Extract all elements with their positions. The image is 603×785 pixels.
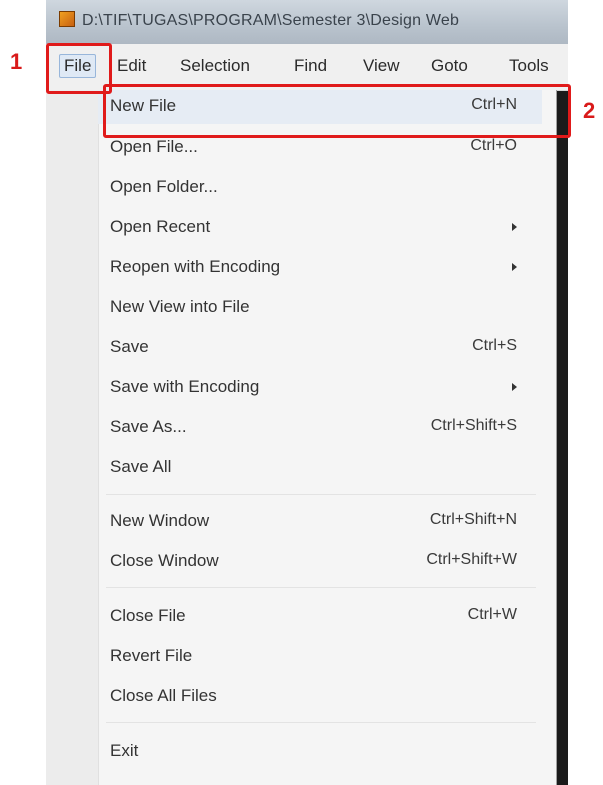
menu-item-open-folder[interactable]: Open Folder... <box>98 171 542 205</box>
menu-item-save[interactable]: Save Ctrl+S <box>98 331 542 365</box>
title-bar: D:\TIF\TUGAS\PROGRAM\Semester 3\Design W… <box>46 0 568 44</box>
menu-item-label: Reopen with Encoding <box>110 257 281 276</box>
menu-item-label: Exit <box>110 741 139 760</box>
submenu-arrow-icon <box>512 383 517 391</box>
menu-item-shortcut: Ctrl+Shift+N <box>429 511 517 528</box>
menu-item-label: Save <box>110 337 149 356</box>
menu-item-shortcut: Ctrl+Shift+W <box>426 551 517 568</box>
menu-item-exit[interactable]: Exit <box>98 735 542 769</box>
menu-item-save-as[interactable]: Save As... Ctrl+Shift+S <box>98 411 542 445</box>
menu-goto[interactable]: Goto <box>431 56 468 76</box>
menu-item-new-window[interactable]: New Window Ctrl+Shift+N <box>98 505 542 539</box>
menu-icon-column <box>46 90 99 785</box>
menu-item-shortcut: Ctrl+O <box>470 137 517 154</box>
menu-item-close-window[interactable]: Close Window Ctrl+Shift+W <box>98 545 542 579</box>
menu-item-save-with-encoding[interactable]: Save with Encoding <box>98 371 542 405</box>
menu-item-label: New View into File <box>110 297 250 316</box>
menu-item-label: Close File <box>110 606 186 625</box>
annotation-box-new-file <box>103 84 571 138</box>
menu-tools[interactable]: Tools <box>509 56 549 76</box>
menu-item-label: Open File... <box>110 137 198 156</box>
menu-edit[interactable]: Edit <box>117 56 146 76</box>
app-icon <box>59 11 75 27</box>
menu-item-label: Close Window <box>110 551 219 570</box>
menu-separator <box>106 587 536 588</box>
menu-view[interactable]: View <box>363 56 400 76</box>
submenu-arrow-icon <box>512 263 517 271</box>
menu-item-shortcut: Ctrl+Shift+S <box>430 417 517 434</box>
menu-separator <box>106 494 536 495</box>
menu-selection[interactable]: Selection <box>180 56 250 76</box>
menu-item-close-file[interactable]: Close File Ctrl+W <box>98 600 542 634</box>
step-number-2: 2 <box>583 98 596 123</box>
menu-item-reopen-with-encoding[interactable]: Reopen with Encoding <box>98 251 542 285</box>
menu-item-label: Close All Files <box>110 686 217 705</box>
menu-item-label: New Window <box>110 511 210 530</box>
step-number-1: 1 <box>10 49 23 74</box>
menu-item-label: Save As... <box>110 417 187 436</box>
menu-item-label: Open Recent <box>110 217 211 236</box>
menu-item-new-view-into-file[interactable]: New View into File <box>98 291 542 325</box>
menu-separator <box>106 722 536 723</box>
window-title: D:\TIF\TUGAS\PROGRAM\Semester 3\Design W… <box>82 12 460 29</box>
menu-item-save-all[interactable]: Save All <box>98 451 542 485</box>
menu-find[interactable]: Find <box>294 56 327 76</box>
menu-item-label: Save All <box>110 457 172 476</box>
menu-item-close-all-files[interactable]: Close All Files <box>98 680 542 714</box>
menu-item-shortcut: Ctrl+S <box>472 337 517 354</box>
file-menu-dropdown: New File Ctrl+N Open File... Ctrl+O Open… <box>46 90 557 785</box>
menu-item-label: Open Folder... <box>110 177 218 196</box>
menu-item-label: Revert File <box>110 646 193 665</box>
menu-item-revert-file[interactable]: Revert File <box>98 640 542 674</box>
menu-item-shortcut: Ctrl+W <box>467 606 517 623</box>
menu-item-label: Save with Encoding <box>110 377 260 396</box>
submenu-arrow-icon <box>512 223 517 231</box>
menu-item-open-recent[interactable]: Open Recent <box>98 211 542 245</box>
